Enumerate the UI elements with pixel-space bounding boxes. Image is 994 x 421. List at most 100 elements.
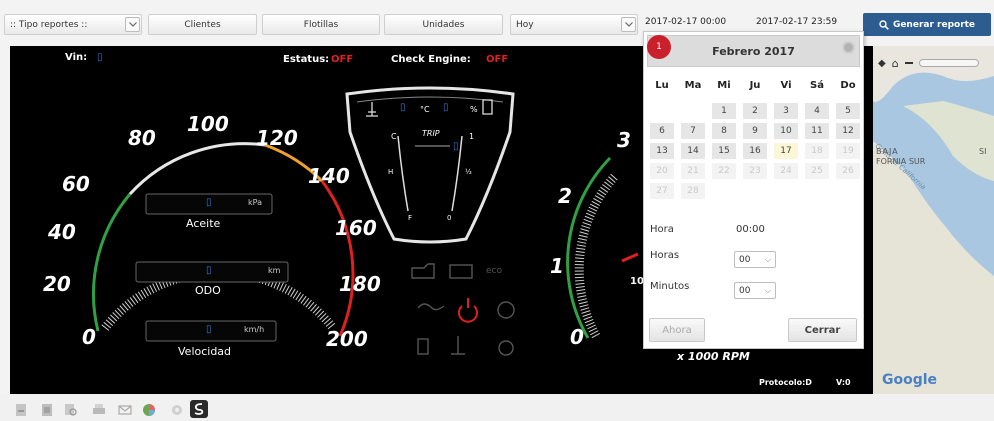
calendar-day[interactable]: 14 <box>681 143 705 159</box>
hora-value: 00:00 <box>736 224 765 235</box>
chart-icon[interactable] <box>142 403 156 417</box>
fecha-fin-input[interactable]: 2017-02-17 23:59 <box>756 17 860 27</box>
rpm-tick-1: 1 <box>550 254 564 278</box>
horas-label: Horas <box>650 250 680 261</box>
calendar-day[interactable]: 24 <box>774 163 798 179</box>
minutos-select[interactable]: 00 ⌵ <box>734 282 776 299</box>
zoom-out-icon[interactable] <box>904 62 913 64</box>
map-terrain <box>873 46 994 394</box>
calendar-day[interactable]: 22 <box>712 163 736 179</box>
map-panel[interactable]: ◆ ⌂ Golfo de California BAJA FORNIA SUR … <box>873 46 994 394</box>
minutos-value: 00 <box>739 285 751 296</box>
engine-icon <box>411 263 435 279</box>
ahora-button[interactable]: Ahora <box>649 318 705 342</box>
f-label: F <box>408 214 413 222</box>
unidades-button[interactable]: Unidades <box>384 14 503 35</box>
export-pdf-icon[interactable] <box>14 403 28 417</box>
calendar-day[interactable]: 3 <box>774 103 798 119</box>
protocolo-label: Protocolo:D <box>759 378 812 387</box>
region-label-1: BAJA <box>876 147 899 156</box>
calendar-day[interactable]: 9 <box>743 123 767 139</box>
calendar-day[interactable]: 28 <box>681 183 705 199</box>
calendar-day[interactable]: 12 <box>836 123 860 139</box>
home-icon[interactable]: ⌂ <box>892 57 899 70</box>
estatus-value: OFF <box>331 54 354 65</box>
region-label-3: SI <box>979 147 987 156</box>
calendar-day[interactable]: 11 <box>805 123 829 139</box>
temp-unit: °C <box>420 105 430 114</box>
odo-value-marker: ▯ <box>206 265 212 276</box>
oil-can-icon <box>417 303 445 311</box>
clientes-button[interactable]: Clientes <box>148 14 257 35</box>
chevron-down-icon: ⌵ <box>764 286 771 295</box>
calendar-day[interactable]: 6 <box>650 123 674 139</box>
power-icon <box>458 298 478 323</box>
periodo-select[interactable]: Hoy <box>510 14 638 35</box>
speed-tick-20: 20 <box>43 272 71 296</box>
chevron-down-icon[interactable] <box>125 17 140 32</box>
settings-icon[interactable] <box>170 403 184 417</box>
pan-icon[interactable]: ◆ <box>878 58 886 69</box>
calendar-day[interactable]: 16 <box>743 143 767 159</box>
next-month-button[interactable] <box>842 41 855 54</box>
speed-tick-40: 40 <box>48 220 76 244</box>
speed-tick-80: 80 <box>128 126 156 150</box>
calendar-day[interactable]: 10 <box>774 123 798 139</box>
rpm-tick-0: 0 <box>570 325 584 349</box>
tipo-reportes-select[interactable]: :: Tipo reportes :: <box>4 14 142 35</box>
calendar-day[interactable]: 23 <box>743 163 767 179</box>
horas-select[interactable]: 00 ⌵ <box>734 251 776 268</box>
speed-tick-0: 0 <box>82 325 96 349</box>
mail-icon[interactable] <box>118 403 132 417</box>
weekday-label: Mi <box>717 80 731 91</box>
export-excel-icon[interactable] <box>40 403 54 417</box>
calendar-day[interactable]: 8 <box>712 123 736 139</box>
calendar-day[interactable]: 7 <box>681 123 705 139</box>
weekday-label: Ju <box>749 80 761 91</box>
calendar-day[interactable]: 17 <box>774 143 798 159</box>
calendar-day[interactable]: 18 <box>805 143 829 159</box>
trip-label: TRIP <box>422 129 440 138</box>
calendar-day[interactable]: 27 <box>650 183 674 199</box>
calendar-day[interactable]: 4 <box>805 103 829 119</box>
print-icon[interactable] <box>92 403 106 417</box>
fecha-inicio-input[interactable]: 2017-02-17 00:00 <box>645 17 752 27</box>
speed-tick-140: 140 <box>308 164 350 188</box>
zoom-slider[interactable] <box>918 59 979 67</box>
calendar-day[interactable]: 1 <box>712 103 736 119</box>
full-label: 1 <box>469 132 475 141</box>
flotillas-button[interactable]: Flotillas <box>262 14 380 35</box>
zoom-report-icon[interactable] <box>64 403 78 417</box>
calendar-day[interactable]: 5 <box>836 103 860 119</box>
calendar-header: Febrero 2017 <box>647 35 860 67</box>
horas-value: 00 <box>739 254 751 265</box>
calendar-day[interactable]: 15 <box>712 143 736 159</box>
weekday-label: Ma <box>684 80 702 91</box>
eco-label: eco <box>486 266 502 276</box>
aceite-unit: kPa <box>248 198 262 207</box>
velocidad-value-marker: ▯ <box>206 324 212 335</box>
weekday-label: Sá <box>810 80 824 91</box>
generar-reporte-button[interactable]: Generar reporte <box>863 13 991 36</box>
chevron-down-icon[interactable] <box>621 17 636 32</box>
app-logo-icon[interactable] <box>190 400 208 418</box>
hora-label: Hora <box>650 224 674 235</box>
version-label: V:0 <box>836 378 851 387</box>
calendar-day[interactable]: 26 <box>836 163 860 179</box>
speed-tick-120: 120 <box>256 126 298 150</box>
cerrar-button[interactable]: Cerrar <box>788 318 857 342</box>
calendar-day[interactable]: 19 <box>836 143 860 159</box>
prev-month-button[interactable]: 1 <box>647 35 671 59</box>
calendar-day[interactable]: 20 <box>650 163 674 179</box>
calendar-day[interactable]: 2 <box>743 103 767 119</box>
app-window: :: Tipo reportes :: Clientes Flotillas U… <box>0 0 994 421</box>
weekday-label: Do <box>840 80 856 91</box>
trip-value-marker: ▯ <box>453 141 459 152</box>
calendar-day[interactable]: 25 <box>805 163 829 179</box>
calendar-day[interactable]: 13 <box>650 143 674 159</box>
coolant-temp-icon <box>451 336 465 355</box>
calendar-day[interactable]: 21 <box>681 163 705 179</box>
odo-box <box>135 261 289 283</box>
check-engine-label: Check Engine: <box>391 54 471 65</box>
search-icon <box>879 19 889 30</box>
